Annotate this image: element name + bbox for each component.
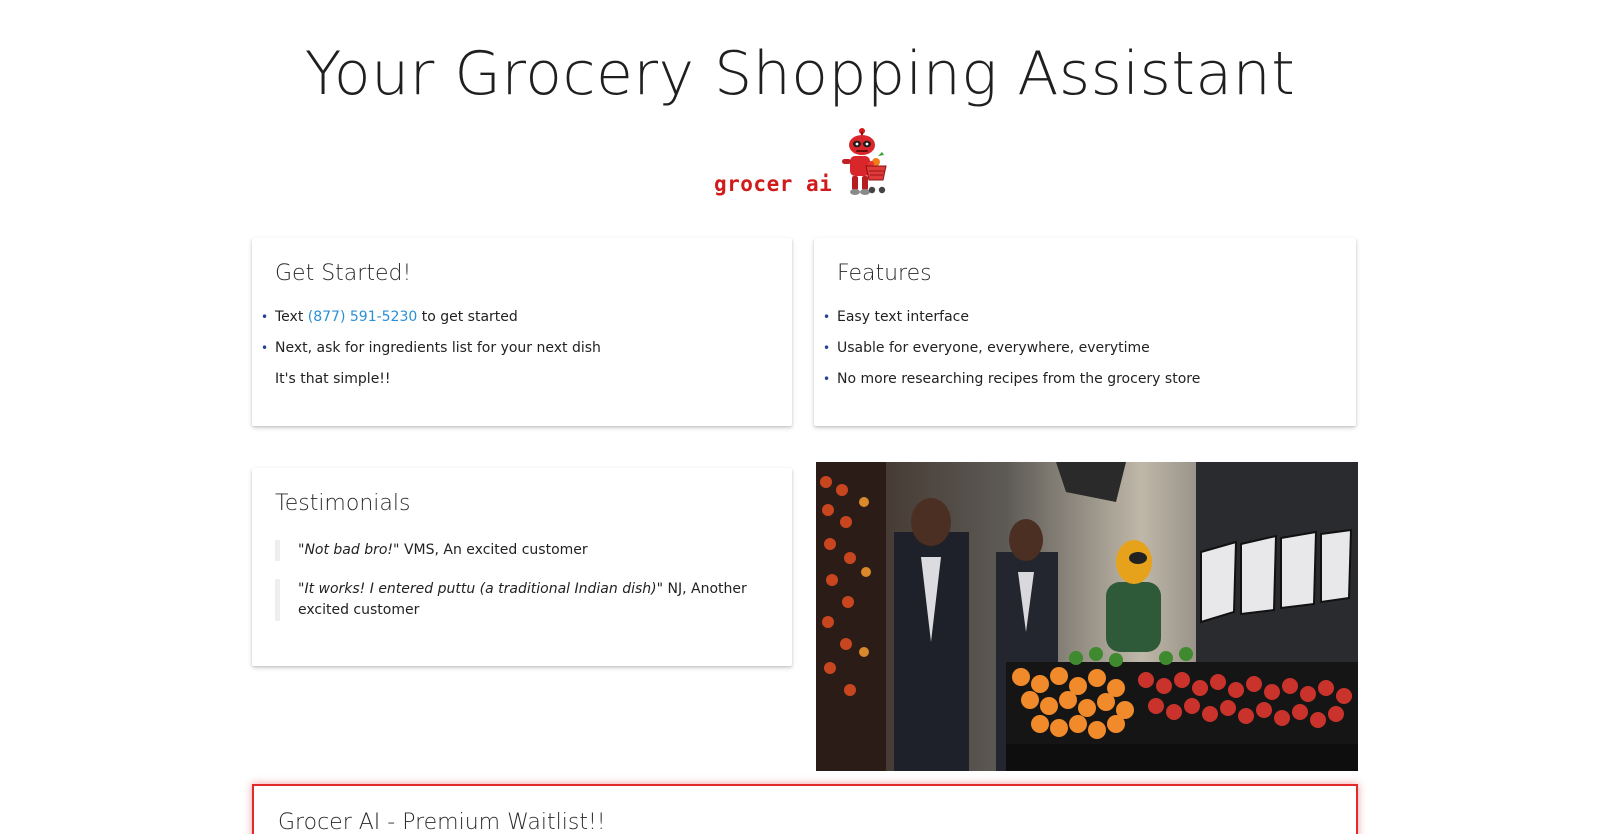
robot-mascot-icon <box>842 128 887 195</box>
features-list: • Easy text interface • Usable for every… <box>823 308 1337 401</box>
closing-text: It's that simple!! <box>275 371 391 387</box>
market-scene-image <box>816 462 1358 771</box>
phone-link[interactable]: (877) 591-5230 <box>308 309 418 325</box>
bullet-icon: • <box>261 341 269 355</box>
testimonials-card: Testimonials "Not bad bro!" VMS, An exci… <box>252 468 792 666</box>
premium-waitlist-title: Grocer AI - Premium Waitlist!! <box>278 810 606 834</box>
feature-text: Usable for everyone, everywhere, everyti… <box>837 340 1150 356</box>
testimonial-quote: "It works! I entered puttu (a traditiona… <box>275 579 765 621</box>
testimonials-list: "Not bad bro!" VMS, An excited customer … <box>275 540 765 639</box>
get-started-title: Get Started! <box>275 261 412 286</box>
logo-text: grocer ai <box>714 172 833 196</box>
page-title: Your Grocery Shopping Assistant <box>304 39 1296 109</box>
list-item: • Text (877) 591-5230 to get started <box>261 308 775 326</box>
bullet-icon: • <box>823 372 831 386</box>
testimonial-author: VMS, An excited customer <box>403 542 588 558</box>
step1-prefix: Text <box>275 309 304 325</box>
bullet-icon: • <box>823 310 831 324</box>
get-started-list: • Text (877) 591-5230 to get started • N… <box>261 308 775 370</box>
list-item: • No more researching recipes from the g… <box>823 370 1337 388</box>
testimonial-text: "It works! I entered puttu (a traditiona… <box>298 581 664 597</box>
page: Your Grocery Shopping Assistant grocer a… <box>0 0 1600 834</box>
get-started-card: Get Started! • Text (877) 591-5230 to ge… <box>252 238 792 426</box>
testimonial-quote: "Not bad bro!" VMS, An excited customer <box>275 540 765 561</box>
step1-suffix: to get started <box>421 309 518 325</box>
features-card: Features • Easy text interface • Usable … <box>814 238 1356 426</box>
features-title: Features <box>837 261 932 286</box>
feature-text: No more researching recipes from the gro… <box>837 371 1201 387</box>
premium-waitlist-card: Grocer AI - Premium Waitlist!! <box>252 784 1358 834</box>
bullet-icon: • <box>261 310 269 324</box>
market-robot-photo <box>816 462 1358 771</box>
list-item: • Easy text interface <box>823 308 1337 326</box>
step2-text: Next, ask for ingredients list for your … <box>275 340 601 356</box>
bullet-icon: • <box>823 341 831 355</box>
grocer-ai-logo: grocer ai <box>714 128 892 206</box>
feature-text: Easy text interface <box>837 309 969 325</box>
testimonials-title: Testimonials <box>275 491 411 516</box>
list-item: • Next, ask for ingredients list for you… <box>261 339 775 357</box>
testimonial-text: "Not bad bro!" <box>298 542 400 558</box>
list-item: • Usable for everyone, everywhere, every… <box>823 339 1337 357</box>
